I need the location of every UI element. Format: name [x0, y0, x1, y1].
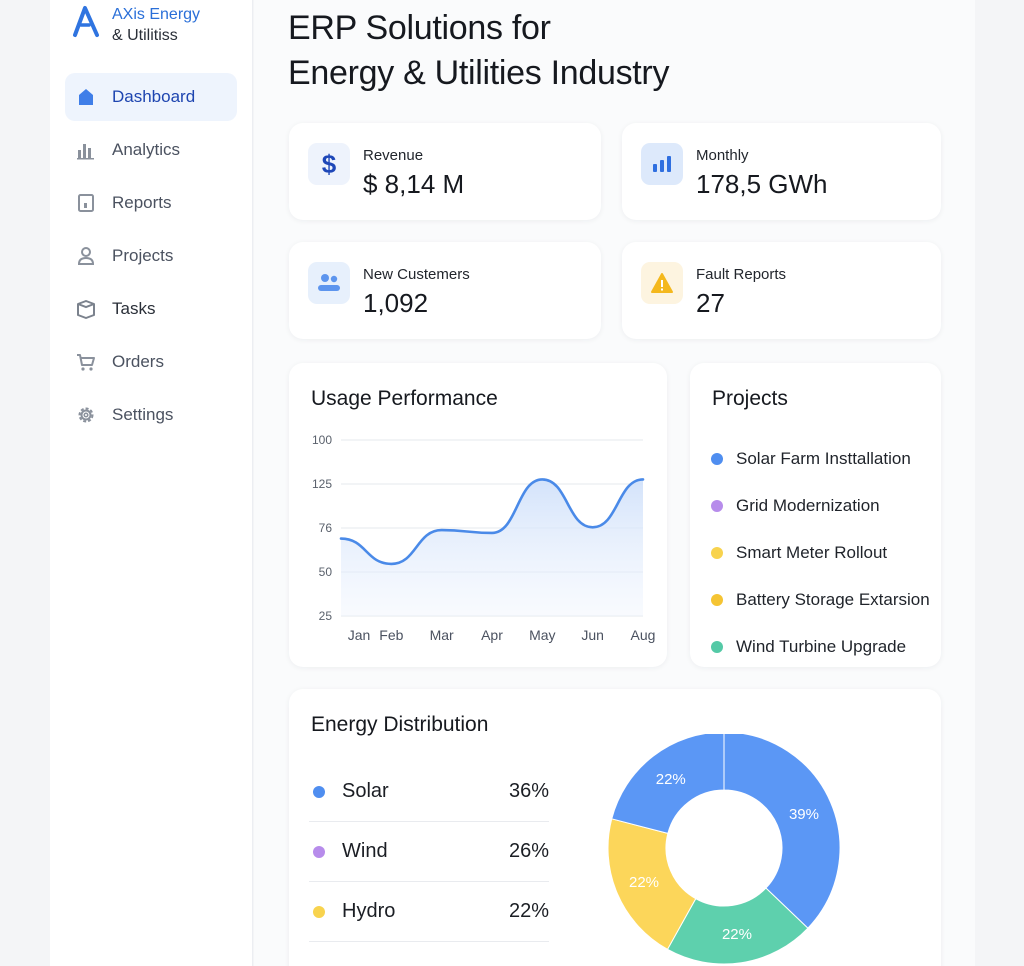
- sidebar-item-label: Dashboard: [112, 87, 196, 106]
- y-tick-label: 50: [319, 565, 333, 579]
- legend-dot: [313, 785, 325, 798]
- dollar-icon: $: [308, 143, 350, 185]
- brand-name: AXis Energy: [112, 6, 201, 23]
- card-title: Energy Distribution: [311, 713, 489, 736]
- kpi-value: 178,5 GWh: [696, 169, 828, 199]
- brand[interactable]: AXis Energy & Utilitiss: [72, 4, 200, 46]
- pie-slice: [723, 734, 841, 929]
- status-dot: [711, 593, 723, 606]
- projects-card: Projects Solar Farm Insttallation Grid M…: [690, 363, 941, 667]
- kpi-value: 27: [696, 288, 725, 318]
- status-dot: [711, 499, 723, 512]
- main-content: ERP Solutions for Energy & Utilities Ind…: [254, 0, 975, 966]
- sidebar-item-label: Tasks: [112, 299, 156, 318]
- energy-distribution-card: Energy Distribution Solar 36% Wind 26% H…: [289, 689, 941, 966]
- sidebar-item-label: Reports: [112, 193, 172, 212]
- x-tick-label: Feb: [379, 627, 403, 643]
- sidebar-item-analytics[interactable]: Analytics: [65, 126, 237, 174]
- slice-label: 39%: [789, 806, 819, 823]
- y-tick-label: 100: [312, 433, 332, 447]
- x-tick-label: Aug: [631, 627, 656, 643]
- legend-dot: [313, 845, 325, 858]
- bar-chart-icon: [75, 139, 97, 161]
- users-icon: [308, 262, 350, 304]
- page-title: ERP Solutions for Energy & Utilities Ind…: [288, 9, 670, 92]
- slice-label: 22%: [722, 926, 752, 943]
- home-icon: [75, 86, 97, 108]
- x-tick-label: Jan: [348, 627, 371, 643]
- dist-pct: 26%: [508, 840, 549, 862]
- sidebar-item-dashboard[interactable]: Dashboard: [65, 73, 237, 121]
- bar-chart-icon: [641, 143, 683, 185]
- slice-label: 22%: [656, 771, 686, 788]
- kpi-label: New Custemers: [363, 266, 470, 283]
- table-row[interactable]: Hydro 22%: [309, 882, 549, 942]
- list-item[interactable]: Wind Turbine Upgrade: [711, 623, 930, 670]
- donut-chart: 39% 22% 22% 22%: [607, 734, 841, 965]
- sidebar-item-label: Projects: [112, 246, 174, 265]
- list-item[interactable]: Smart Meter Rollout: [711, 529, 930, 576]
- dist-name: Hydro: [342, 900, 396, 922]
- brand-logo-icon: [73, 6, 99, 37]
- gear-icon: [75, 404, 97, 426]
- dist-name: Wind: [342, 840, 388, 862]
- kpi-card-new-customers[interactable]: New Custemers 1,092: [289, 242, 601, 339]
- sidebar-item-settings[interactable]: Settings: [65, 391, 237, 439]
- status-dot: [711, 452, 723, 465]
- kpi-label: Fault Reports: [696, 266, 787, 283]
- sidebar-item-projects[interactable]: Projects: [65, 232, 237, 280]
- dist-pct: 22%: [508, 900, 549, 922]
- kpi-label: Revenue: [363, 147, 424, 164]
- x-tick-label: May: [529, 627, 555, 643]
- x-tick-label: Apr: [481, 627, 503, 643]
- box-icon: [75, 298, 97, 320]
- list-item[interactable]: Grid Modernization: [711, 482, 930, 529]
- usage-performance-card: Usage Performance 100 125 76 50 25 Jan Feb Mar A…: [289, 363, 667, 667]
- document-icon: [75, 192, 97, 214]
- status-dot: [711, 640, 723, 653]
- sidebar-item-label: Orders: [112, 352, 164, 371]
- y-tick-label: 25: [319, 609, 333, 623]
- sidebar-item-label: Analytics: [112, 140, 181, 159]
- sidebar: AXis Energy & Utilitiss Dashboard Analyt…: [50, 0, 253, 966]
- list-item[interactable]: Battery Storage Extarsion: [711, 576, 930, 623]
- sidebar-item-reports[interactable]: Reports: [65, 179, 237, 227]
- sidebar-item-tasks[interactable]: Tasks: [65, 285, 237, 333]
- usage-chart: 100 125 76 50 25 Jan Feb Mar Apr May Jun Aug: [312, 433, 656, 643]
- legend-dot: [313, 905, 325, 918]
- kpi-card-fault-reports[interactable]: Fault Reports 27: [622, 242, 941, 339]
- slice-label: 22%: [629, 874, 659, 891]
- warning-icon: [641, 262, 683, 304]
- x-tick-label: Jun: [581, 627, 604, 643]
- dist-name: Solar: [342, 780, 389, 802]
- card-title: Projects: [712, 387, 788, 410]
- dist-pct: 36%: [508, 780, 549, 802]
- kpi-card-revenue[interactable]: $ Revenue $ 8,14 M: [289, 123, 601, 220]
- area-fill: [341, 479, 643, 616]
- cart-icon: [75, 351, 97, 373]
- projects-list: Solar Farm Insttallation Grid Modernizat…: [711, 435, 930, 670]
- kpi-value: 1,092: [363, 288, 429, 318]
- distribution-list: Solar 36% Wind 26% Hydro 22%: [309, 762, 549, 942]
- user-icon: [75, 245, 97, 267]
- brand-subtitle: & Utilitiss: [112, 27, 178, 44]
- sidebar-nav: Dashboard Analytics Reports Projects Tas…: [65, 73, 237, 444]
- kpi-label: Monthly: [696, 147, 749, 164]
- y-tick-label: 125: [312, 477, 332, 491]
- y-tick-label: 76: [319, 521, 333, 535]
- svg-text:$: $: [322, 150, 337, 178]
- sidebar-item-orders[interactable]: Orders: [65, 338, 237, 386]
- kpi-card-monthly[interactable]: Monthly 178,5 GWh: [622, 123, 941, 220]
- x-tick-label: Mar: [430, 627, 454, 643]
- table-row[interactable]: Wind 26%: [309, 822, 549, 882]
- sidebar-item-label: Settings: [112, 405, 174, 424]
- table-row[interactable]: Solar 36%: [309, 762, 549, 822]
- kpi-value: $ 8,14 M: [363, 169, 465, 199]
- status-dot: [711, 546, 723, 559]
- list-item[interactable]: Solar Farm Insttallation: [711, 435, 930, 482]
